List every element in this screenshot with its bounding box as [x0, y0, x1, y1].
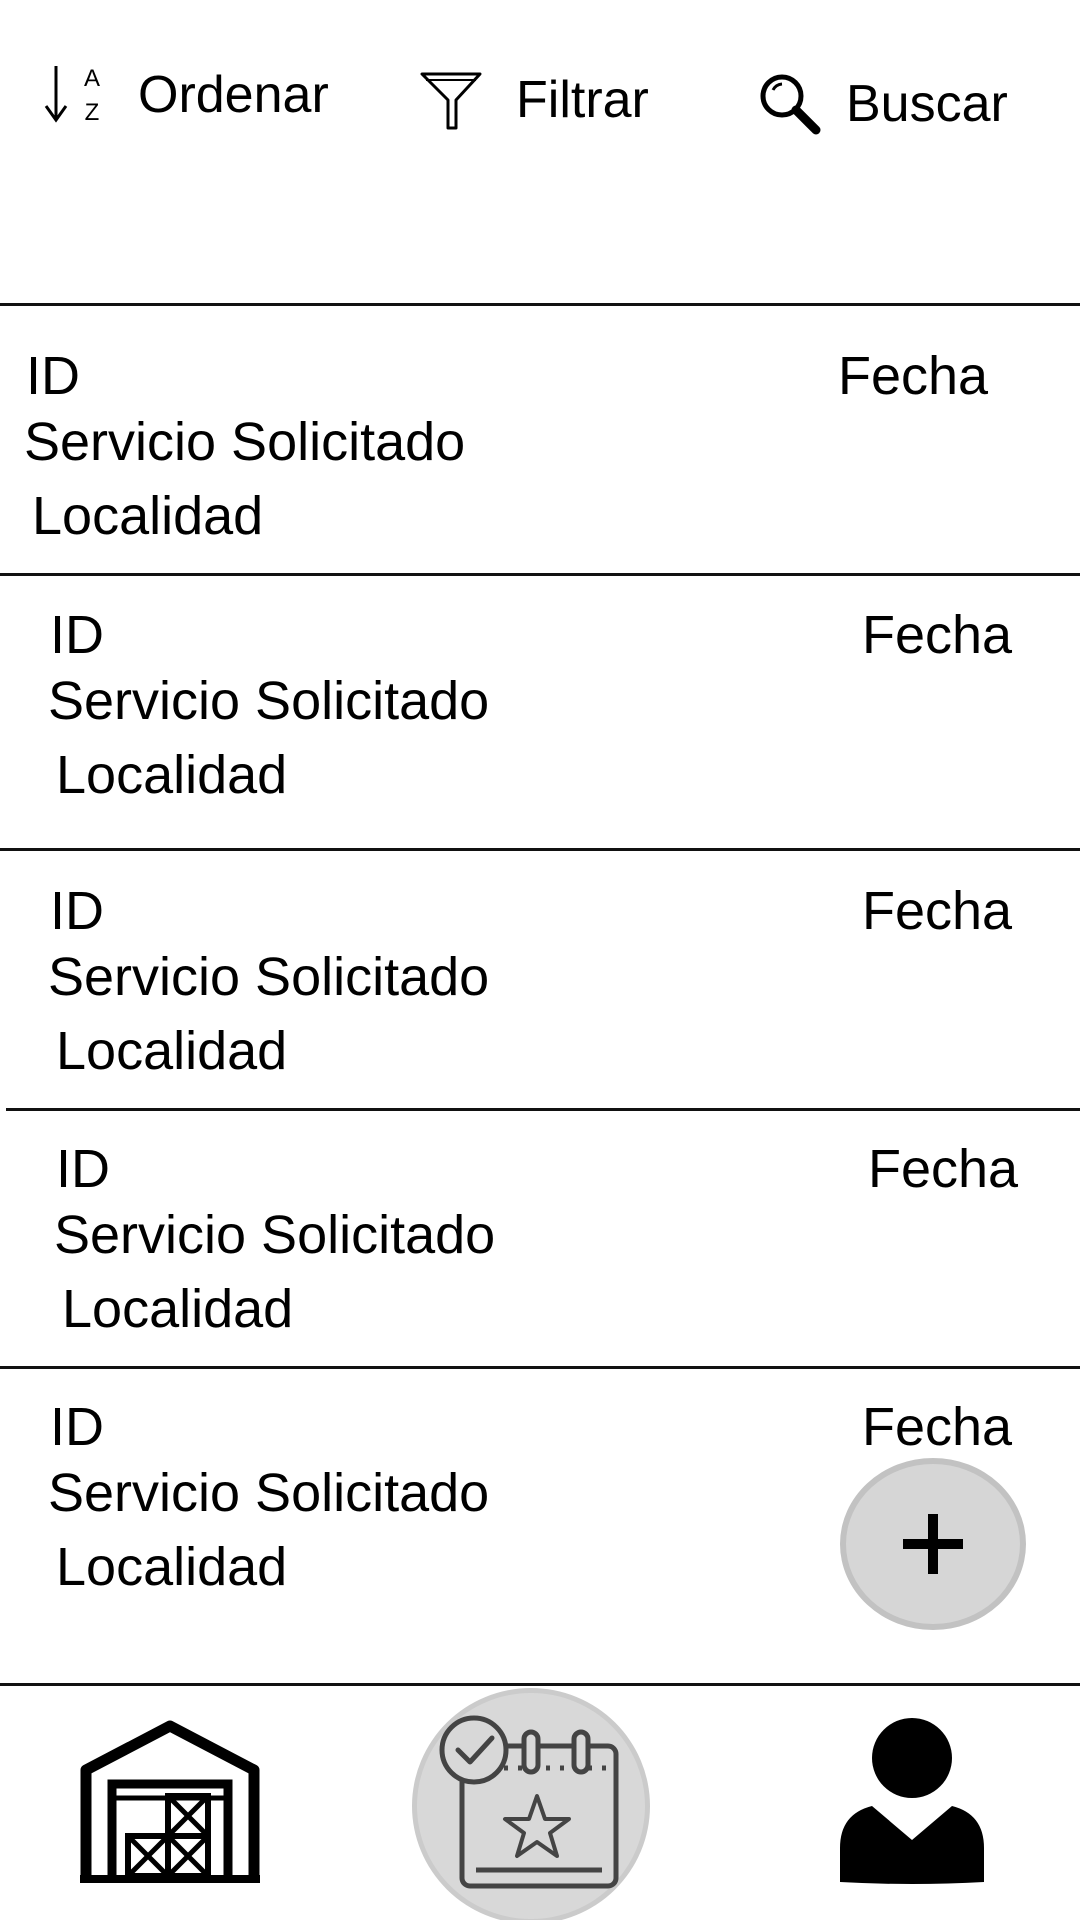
item-id: ID [50, 1397, 104, 1457]
item-locality: Localidad [32, 486, 264, 546]
add-request-button[interactable] [840, 1458, 1026, 1630]
filter-label: Filtrar [516, 71, 649, 129]
row-divider [0, 1366, 1080, 1369]
list-item[interactable]: ID Servicio Solicitado Localidad Fecha [0, 1142, 1080, 1342]
nav-warehouse[interactable] [80, 1718, 260, 1884]
item-locality: Localidad [56, 1021, 288, 1081]
row-divider [0, 848, 1080, 851]
row-divider [6, 1108, 1080, 1111]
item-date: Fecha [838, 346, 989, 406]
list-top-divider [0, 303, 1080, 306]
search-button[interactable]: Buscar [758, 72, 1008, 136]
search-label: Buscar [846, 75, 1008, 133]
nav-calendar[interactable] [432, 1708, 632, 1898]
service-requests-screen: A Z Ordenar Filtrar Buscar ID Servicio S… [0, 0, 1080, 1920]
sort-az-icon: A Z [44, 65, 100, 126]
item-locality: Localidad [62, 1279, 294, 1339]
sort-label: Ordenar [138, 66, 329, 124]
warehouse-icon [80, 1720, 260, 1883]
bottom-nav-divider [0, 1683, 1080, 1686]
filter-button[interactable]: Filtrar [418, 68, 649, 132]
list-item[interactable]: ID Servicio Solicitado Localidad Fecha [0, 349, 1080, 549]
calendar-icon [439, 1715, 619, 1889]
user-icon [840, 1718, 984, 1884]
item-service: Servicio Solicitado [24, 412, 466, 472]
funnel-icon [420, 72, 482, 130]
item-date: Fecha [868, 1139, 1019, 1199]
item-service: Servicio Solicitado [48, 947, 490, 1007]
row-divider [0, 573, 1080, 576]
item-date: Fecha [862, 881, 1013, 941]
item-id: ID [50, 881, 104, 941]
item-locality: Localidad [56, 1537, 288, 1597]
item-date: Fecha [862, 605, 1013, 665]
search-icon [760, 74, 821, 135]
item-id: ID [50, 605, 104, 665]
plus-icon [903, 1514, 963, 1574]
item-date: Fecha [862, 1397, 1013, 1457]
list-item[interactable]: ID Servicio Solicitado Localidad Fecha [0, 608, 1080, 808]
sort-button[interactable]: A Z Ordenar [42, 62, 329, 128]
item-id: ID [26, 346, 80, 406]
item-service: Servicio Solicitado [48, 671, 490, 731]
item-service: Servicio Solicitado [48, 1463, 490, 1523]
item-service: Servicio Solicitado [54, 1205, 496, 1265]
list-item[interactable]: ID Servicio Solicitado Localidad Fecha [0, 884, 1080, 1084]
sort-icon-letter-z: Z [85, 99, 100, 126]
nav-profile[interactable] [836, 1716, 988, 1884]
item-id: ID [56, 1139, 110, 1199]
sort-icon-letter-a: A [84, 65, 100, 92]
item-locality: Localidad [56, 745, 288, 805]
